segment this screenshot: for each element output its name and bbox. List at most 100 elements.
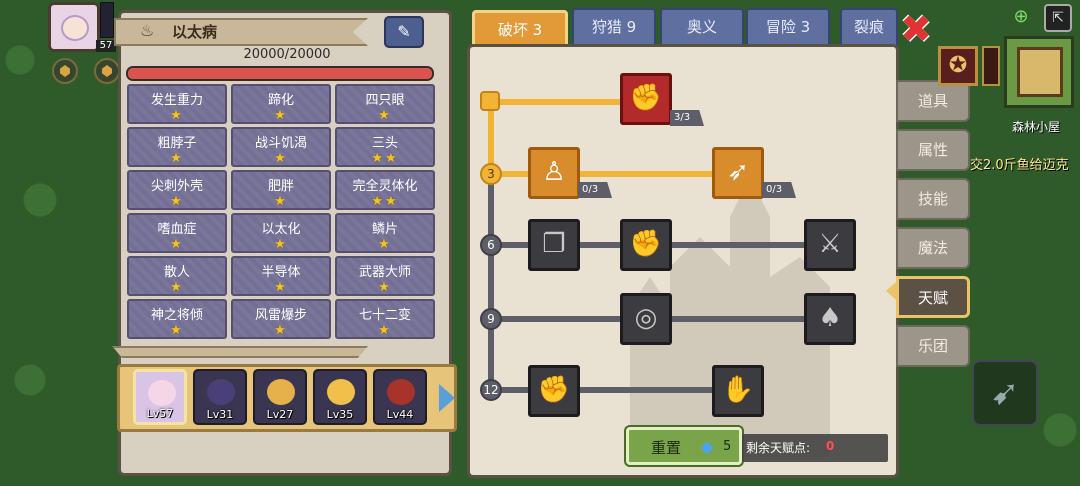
trait-grid: 发生重力 ★ 蹄化 ★ 四只眼 ★ 粗脖子 ★ 战斗饥渴 ★ 三头 ★★ 尖刺外壳 ★ 肥胖 ★ 完全灵体化 ★★…: [127, 84, 437, 344]
top-tab[interactable]: 裂痕: [840, 8, 898, 48]
rune-banner: [982, 46, 1000, 86]
top-tab[interactable]: 狩猎 9: [572, 8, 656, 48]
exit-button[interactable]: ⇱: [1044, 4, 1072, 32]
horn-icon: ♨: [140, 21, 155, 40]
trait-item[interactable]: 完全灵体化 ★★: [335, 170, 435, 210]
talent-locked[interactable]: ✋: [712, 365, 764, 417]
trait-item[interactable]: 尖刺外壳 ★: [127, 170, 227, 210]
star-icon: ★: [274, 280, 288, 295]
trait-item[interactable]: 战斗饥渴 ★: [231, 127, 331, 167]
trait-item[interactable]: 三头 ★★: [335, 127, 435, 167]
hero-avatar: [148, 380, 176, 406]
fist-icon: ✊: [629, 229, 663, 259]
talent-locked[interactable]: ❐: [528, 219, 580, 271]
side-tab[interactable]: 技能: [896, 178, 970, 220]
trait-item[interactable]: 风雷爆步 ★: [231, 299, 331, 339]
trait-item[interactable]: 发生重力 ★: [127, 84, 227, 124]
star-icon: ★: [378, 323, 392, 338]
next-arrow-icon[interactable]: [439, 384, 455, 412]
trait-name: 七十二变: [358, 308, 411, 323]
trait-name: 鳞片: [371, 222, 398, 237]
hero-portrait[interactable]: Lv44: [373, 369, 427, 425]
close-button[interactable]: ✖: [898, 10, 934, 48]
hero-portrait[interactable]: Lv35: [313, 369, 367, 425]
edit-button[interactable]: ✎: [384, 16, 424, 48]
talent-arrow[interactable]: ➶: [712, 147, 764, 199]
side-tab[interactable]: 魔法: [896, 227, 970, 269]
star-icon: ★★: [371, 151, 399, 166]
diamond-icon: ◆: [701, 437, 714, 456]
hero-level: Lv35: [326, 408, 354, 421]
trait-name: 蹄化: [267, 93, 294, 108]
trait-item[interactable]: 嗜血症 ★: [127, 213, 227, 253]
trait-item[interactable]: 蹄化 ★: [231, 84, 331, 124]
talent-locked[interactable]: ◎: [620, 293, 672, 345]
trait-item[interactable]: 神之将倾 ★: [127, 299, 227, 339]
reset-cost: 5: [723, 439, 732, 454]
tree-link: [488, 181, 494, 387]
minimap[interactable]: [1004, 36, 1074, 108]
pentagram-icon[interactable]: ✪: [938, 46, 978, 86]
talent-tree-panel: 3 6 9 12 ✊ 3/3 ♙ 0/3 ➶ 0/3 ❐ ✊ ⚔ ◎ ♠ ✊ ✋: [467, 44, 899, 478]
blade-icon: ⚔: [818, 229, 842, 259]
side-tab[interactable]: 道具: [896, 80, 970, 122]
trait-item[interactable]: 以太化 ★: [231, 213, 331, 253]
buff-icon[interactable]: [94, 58, 120, 84]
bat-icon: ♠: [818, 303, 842, 333]
player-level: 57: [96, 40, 116, 52]
top-tab[interactable]: 奥义: [660, 8, 744, 48]
trait-item[interactable]: 武器大师 ★: [335, 256, 435, 296]
reset-button[interactable]: 重置 ◆ 5: [626, 427, 742, 465]
trait-item[interactable]: 肥胖 ★: [231, 170, 331, 210]
panel-divider: [112, 346, 368, 358]
side-tab[interactable]: 天赋: [896, 276, 970, 318]
player-avatar[interactable]: [48, 2, 100, 52]
talent-body[interactable]: ♙: [528, 147, 580, 199]
star-icon: ★: [170, 280, 184, 295]
hero-avatar: [387, 379, 415, 405]
trait-item[interactable]: 四只眼 ★: [335, 84, 435, 124]
network-icon[interactable]: ⊕: [1008, 4, 1034, 30]
location-label: 森林小屋: [1012, 120, 1061, 134]
close-icon: ✖: [900, 7, 932, 51]
hero-portrait[interactable]: Lv27: [253, 369, 307, 425]
talent-locked[interactable]: ✊: [528, 365, 580, 417]
arm-wrestle-icon: ✊: [629, 83, 663, 113]
trait-name: 散人: [163, 265, 190, 280]
top-tab[interactable]: 冒险 3: [746, 8, 830, 48]
exit-icon: ⇱: [1052, 10, 1064, 26]
hero-portrait[interactable]: Lv31: [193, 369, 247, 425]
talent-locked[interactable]: ⚔: [804, 219, 856, 271]
star-icon: ★: [274, 151, 288, 166]
trait-name: 嗜血症: [157, 222, 197, 237]
trait-item[interactable]: 粗脖子 ★: [127, 127, 227, 167]
quest-text[interactable]: 交2.0斤鱼给迈克: [970, 154, 1069, 173]
talent-count: 0/3: [578, 182, 612, 198]
hero-portrait[interactable]: Lv57: [133, 369, 187, 425]
body-icon: ♙: [542, 157, 566, 187]
trait-item[interactable]: 鳞片 ★: [335, 213, 435, 253]
star-icon: ★: [170, 151, 184, 166]
tier-node: 6: [480, 234, 502, 256]
talent-locked[interactable]: ✊: [620, 219, 672, 271]
remaining-points-label: 剩余天赋点:: [746, 441, 811, 455]
trait-name: 粗脖子: [157, 136, 197, 151]
star-icon: ★: [378, 108, 392, 123]
star-icon: ★: [274, 323, 288, 338]
reset-label: 重置: [651, 439, 682, 457]
trait-item[interactable]: 散人 ★: [127, 256, 227, 296]
grip-icon: ✋: [721, 375, 755, 405]
talent-arm-wrestle[interactable]: ✊: [620, 73, 672, 125]
hero-avatar: [207, 379, 235, 405]
side-tab[interactable]: 乐团: [896, 325, 970, 367]
tier-node: 3: [480, 163, 502, 185]
trait-name: 四只眼: [365, 93, 405, 108]
talent-locked[interactable]: ♠: [804, 293, 856, 345]
bow-skill-button[interactable]: ➹: [972, 360, 1038, 426]
side-tab[interactable]: 属性: [896, 129, 970, 171]
remaining-points-value: 0: [826, 439, 835, 453]
trait-item[interactable]: 半导体 ★: [231, 256, 331, 296]
buff-icon[interactable]: [52, 58, 78, 84]
active-tab-pointer-icon: [886, 282, 896, 300]
trait-item[interactable]: 七十二变 ★: [335, 299, 435, 339]
